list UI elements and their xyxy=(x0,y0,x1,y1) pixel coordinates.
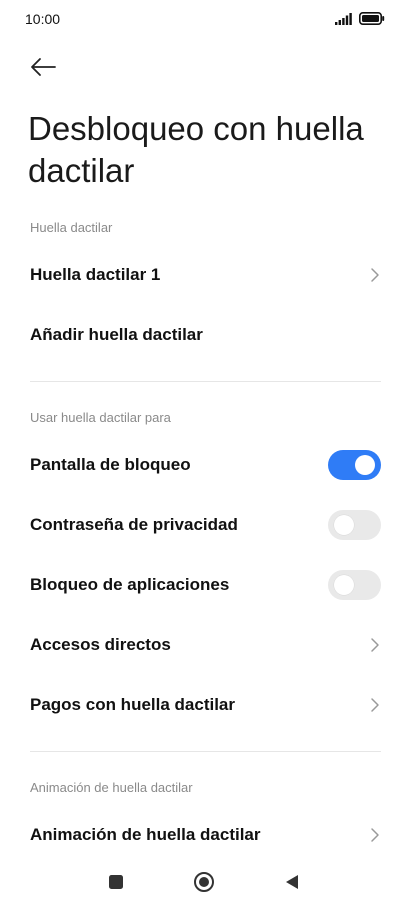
section-header-fingerprint: Huella dactilar xyxy=(30,220,113,235)
row-shortcuts[interactable]: Accesos directos xyxy=(0,616,411,674)
chevron-right-icon xyxy=(369,827,381,843)
row-label: Huella dactilar 1 xyxy=(30,265,161,284)
row-fingerprint-1[interactable]: Huella dactilar 1 xyxy=(0,246,411,304)
triangle-back-icon xyxy=(283,873,301,896)
section-header-use-for: Usar huella dactilar para xyxy=(30,410,171,425)
square-icon xyxy=(108,874,124,895)
status-icons xyxy=(335,12,385,30)
section-header-animation: Animación de huella dactilar xyxy=(30,780,193,795)
settings-screen: 10:00 Desbloqueo con huella dactilar Hue… xyxy=(0,0,411,914)
chevron-right-icon xyxy=(369,637,381,653)
privacy-password-toggle[interactable] xyxy=(328,510,381,540)
row-app-lock[interactable]: Bloqueo de aplicaciones xyxy=(0,556,411,614)
circle-icon xyxy=(193,871,215,898)
row-label: Pantalla de bloqueo xyxy=(30,455,191,474)
divider xyxy=(30,751,381,752)
status-bar: 10:00 xyxy=(0,0,411,40)
page-title: Desbloqueo con huella dactilar xyxy=(28,110,364,189)
lock-screen-toggle[interactable] xyxy=(328,450,381,480)
row-privacy-password[interactable]: Contraseña de privacidad xyxy=(0,496,411,554)
signal-icon xyxy=(335,12,353,30)
app-lock-toggle[interactable] xyxy=(328,570,381,600)
row-label: Contraseña de privacidad xyxy=(30,515,238,534)
row-label: Bloqueo de aplicaciones xyxy=(30,575,230,594)
chevron-right-icon xyxy=(369,267,381,283)
nav-back-button[interactable] xyxy=(280,872,304,896)
row-lock-screen[interactable]: Pantalla de bloqueo xyxy=(0,436,411,494)
recents-button[interactable] xyxy=(104,872,128,896)
row-label: Animación de huella dactilar xyxy=(30,825,261,844)
row-label: Añadir huella dactilar xyxy=(30,325,203,344)
status-time: 10:00 xyxy=(25,11,61,27)
row-add-fingerprint[interactable]: Añadir huella dactilar xyxy=(0,306,411,364)
home-button[interactable] xyxy=(192,871,216,898)
row-fingerprint-payments[interactable]: Pagos con huella dactilar xyxy=(0,676,411,734)
row-label: Accesos directos xyxy=(30,635,171,654)
back-button[interactable] xyxy=(28,56,58,82)
chevron-right-icon xyxy=(369,697,381,713)
row-label: Pagos con huella dactilar xyxy=(30,695,236,714)
system-nav-bar xyxy=(0,854,411,914)
battery-icon xyxy=(359,12,385,30)
arrow-left-icon xyxy=(30,57,56,82)
divider xyxy=(30,381,381,382)
